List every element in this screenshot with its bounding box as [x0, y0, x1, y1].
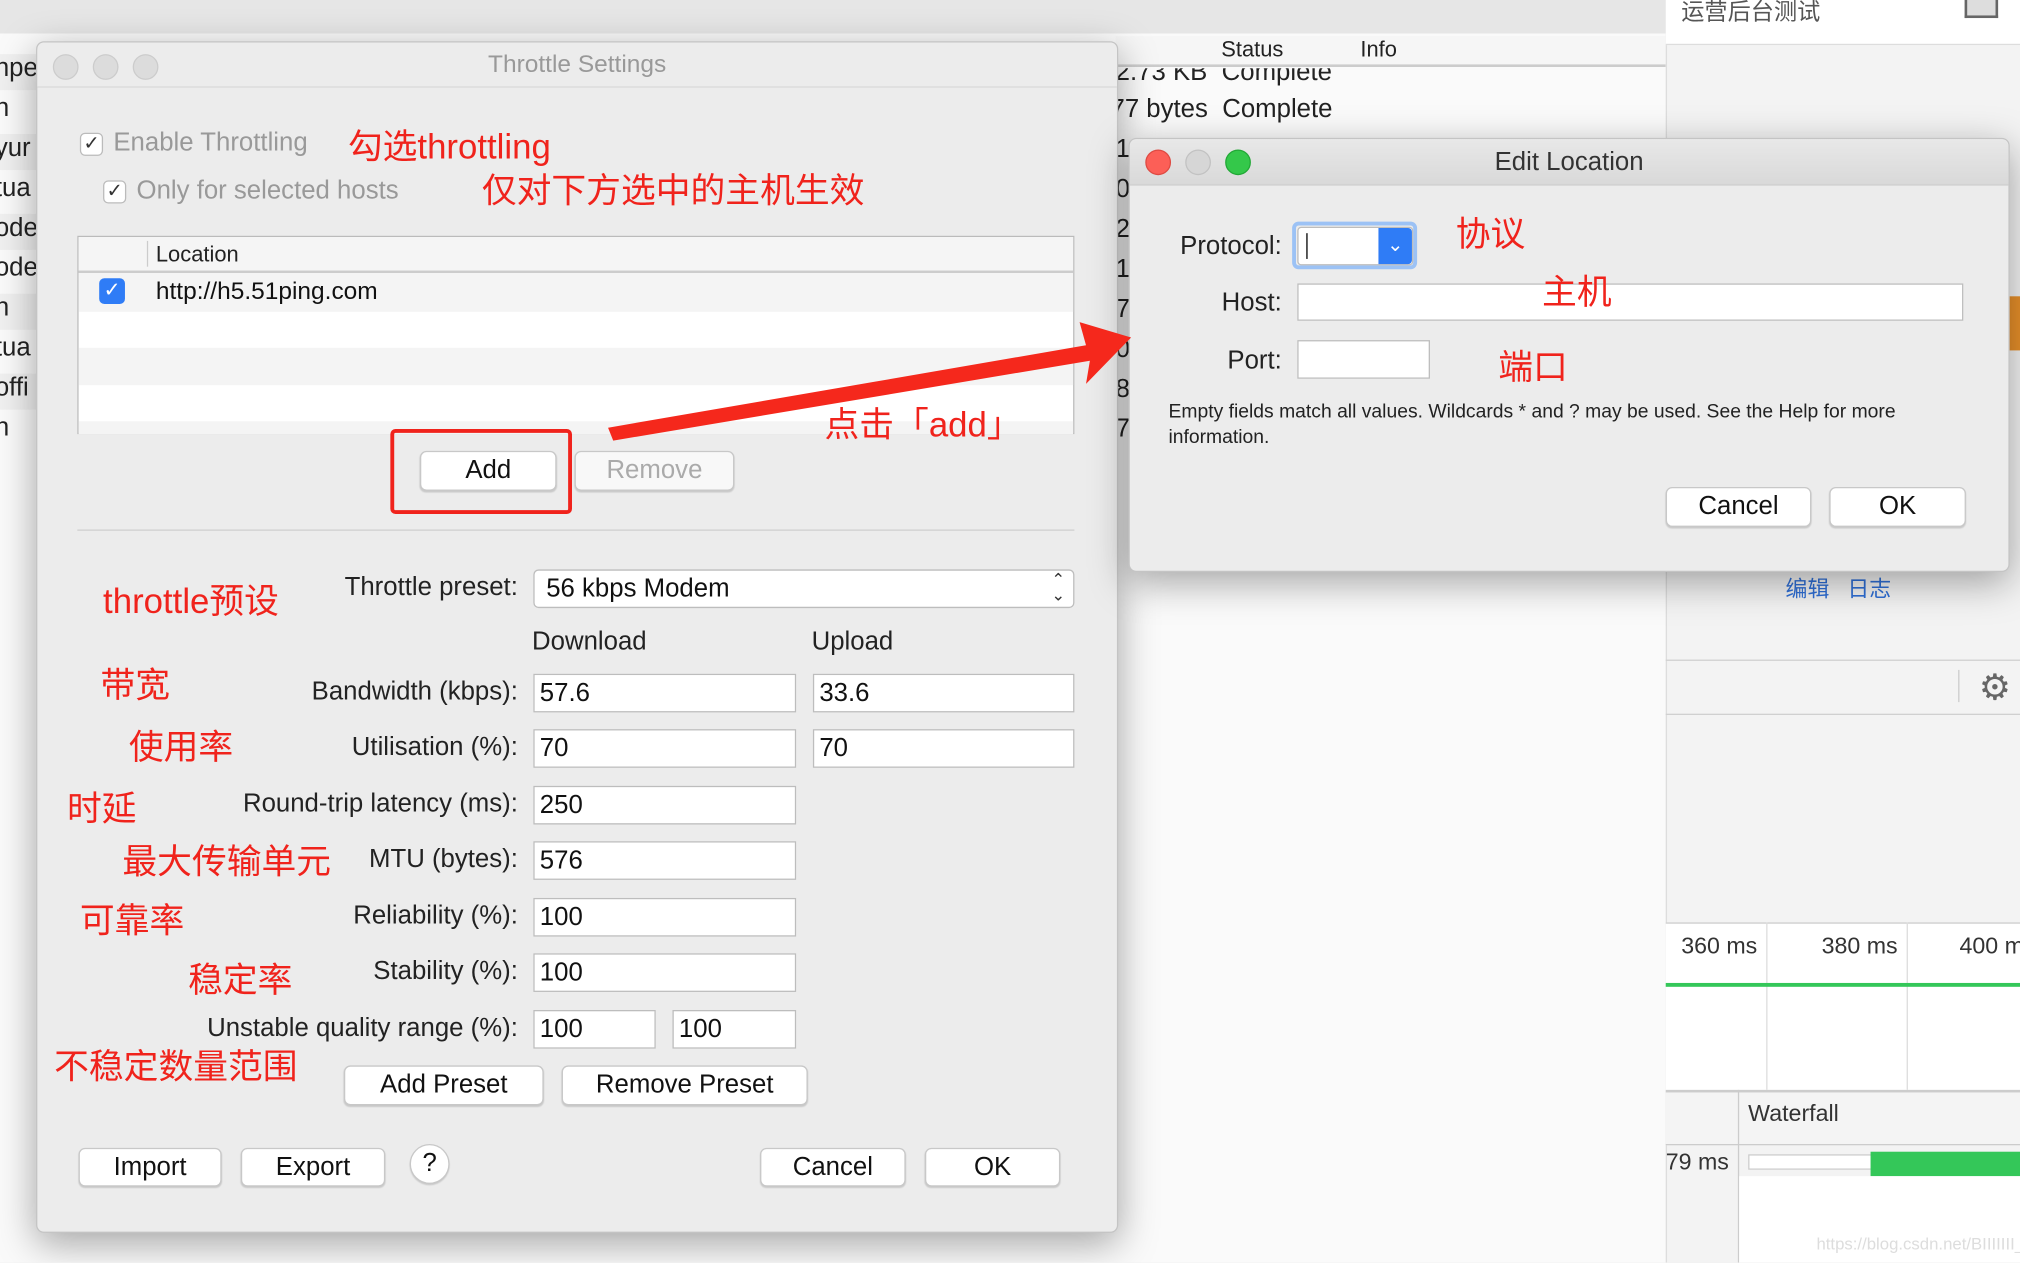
- annotation: 不稳定数量范围: [54, 1047, 298, 1087]
- annotation: 端口: [1498, 347, 1568, 387]
- annotation: 使用率: [128, 727, 234, 767]
- annotation: throttle预设: [103, 582, 279, 621]
- annotation: 最大传输单元: [122, 842, 332, 882]
- annotation: 勾选throttling: [347, 127, 551, 167]
- annotation: 协议: [1455, 215, 1526, 254]
- screen: npenyurtuaoderoderntuaoffin Status Info …: [0, 0, 2020, 1263]
- annotation: 时延: [66, 789, 137, 829]
- annotation: 仅对下方选中的主机生效: [481, 171, 865, 210]
- annotation: 带宽: [100, 666, 171, 705]
- annotation: 可靠率: [79, 901, 185, 941]
- annotation: 稳定率: [188, 961, 293, 1000]
- annotation-arrow: [608, 322, 1132, 441]
- annotation: 主机: [1542, 273, 1612, 312]
- annotation: 点击「add」: [824, 405, 1022, 445]
